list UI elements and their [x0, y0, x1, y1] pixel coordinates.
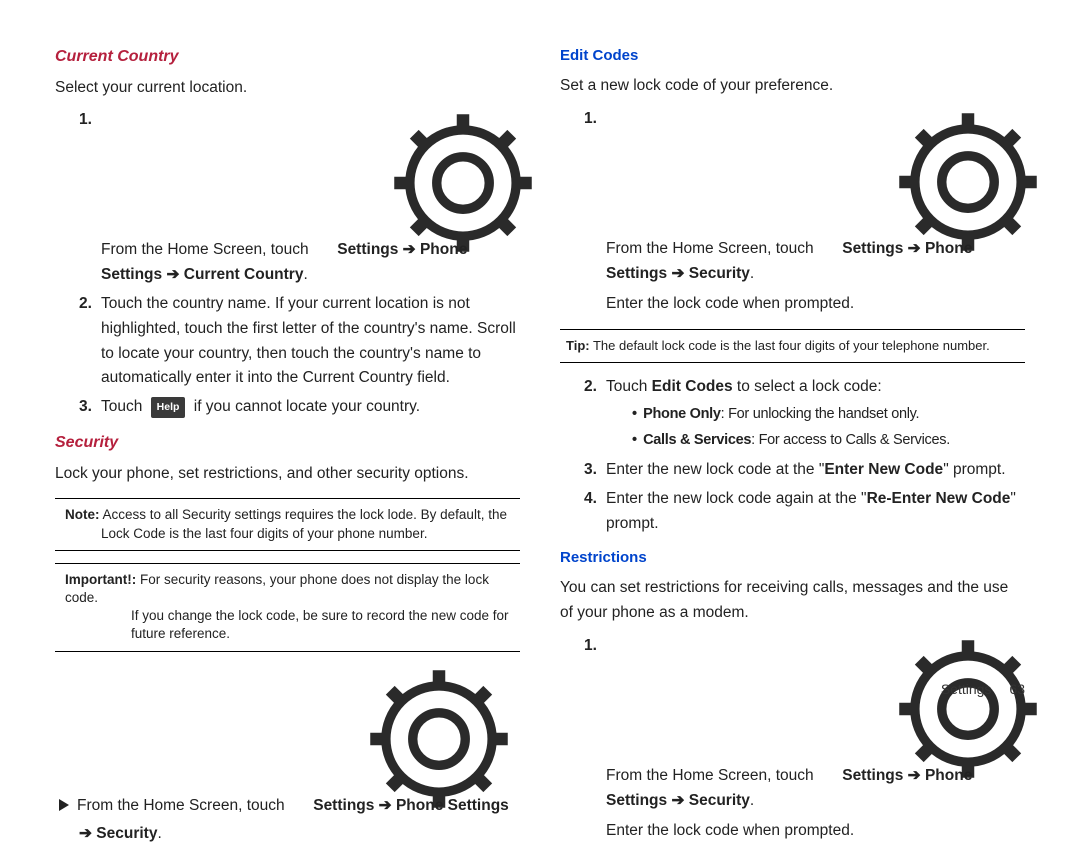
cc-step-2: Touch the country name. If your current …	[79, 292, 520, 391]
footer-page-number: 63	[1009, 681, 1025, 697]
edit-codes-steps: From the Home Screen, touch Settings ➔ P…	[560, 107, 1025, 317]
footer-section: Settings	[941, 681, 992, 697]
triangle-icon	[59, 799, 69, 811]
restrictions-steps: From the Home Screen, touch Settings ➔ P…	[560, 634, 1025, 844]
left-column: Current Country Select your current loca…	[55, 40, 520, 700]
restrictions-intro: You can set restrictions for receiving c…	[560, 576, 1025, 626]
page: Current Country Select your current loca…	[0, 0, 1080, 720]
heading-current-country: Current Country	[55, 44, 520, 70]
important-label: Important!:	[65, 572, 136, 587]
heading-edit-codes: Edit Codes	[560, 44, 1025, 68]
important-box: Important!: For security reasons, your p…	[55, 563, 520, 652]
current-country-intro: Select your current location.	[55, 76, 520, 101]
gear-icon	[818, 634, 838, 654]
note-box: Note: Access to all Security settings re…	[55, 498, 520, 550]
cc-step-3: Touch Help if you cannot locate your cou…	[79, 395, 520, 420]
current-country-steps: From the Home Screen, touch Settings ➔ P…	[55, 108, 520, 420]
tip-label: Tip:	[566, 338, 590, 353]
res-enter-lock: Enter the lock code when prompted.	[606, 819, 1025, 844]
gear-icon	[313, 108, 333, 128]
edit-codes-intro: Set a new lock code of your preference.	[560, 74, 1025, 99]
gear-icon	[818, 107, 838, 127]
heading-security: Security	[55, 430, 520, 456]
from-home-line: From the Home Screen, touch Settings ➔ P…	[59, 664, 520, 819]
right-column: Edit Codes Set a new lock code of your p…	[560, 40, 1025, 700]
cc-step-1: From the Home Screen, touch Settings ➔ P…	[79, 108, 520, 288]
security-intro: Lock your phone, set restrictions, and o…	[55, 462, 520, 487]
res-step-1: From the Home Screen, touch Settings ➔ P…	[584, 634, 1025, 844]
ec-step-1: From the Home Screen, touch Settings ➔ P…	[584, 107, 1025, 317]
option-phone-only: Phone Only: For unlocking the handset on…	[632, 403, 1025, 426]
help-badge: Help	[151, 397, 186, 418]
lock-code-options: Phone Only: For unlocking the handset on…	[606, 403, 1025, 452]
option-calls-services: Calls & Services: For access to Calls & …	[632, 429, 1025, 452]
tip-box: Tip: The default lock code is the last f…	[560, 329, 1025, 363]
page-footer: Settings 63	[941, 678, 1025, 700]
ec-step-4: Enter the new lock code again at the "Re…	[584, 487, 1025, 537]
note-label: Note:	[65, 507, 100, 522]
edit-codes-steps-cont: Touch Edit Codes to select a lock code: …	[560, 375, 1025, 537]
gear-icon	[289, 664, 309, 684]
ec-enter-lock: Enter the lock code when prompted.	[606, 292, 1025, 317]
ec-step-3: Enter the new lock code at the "Enter Ne…	[584, 458, 1025, 483]
ec-step-2: Touch Edit Codes to select a lock code: …	[584, 375, 1025, 452]
heading-restrictions: Restrictions	[560, 546, 1025, 570]
